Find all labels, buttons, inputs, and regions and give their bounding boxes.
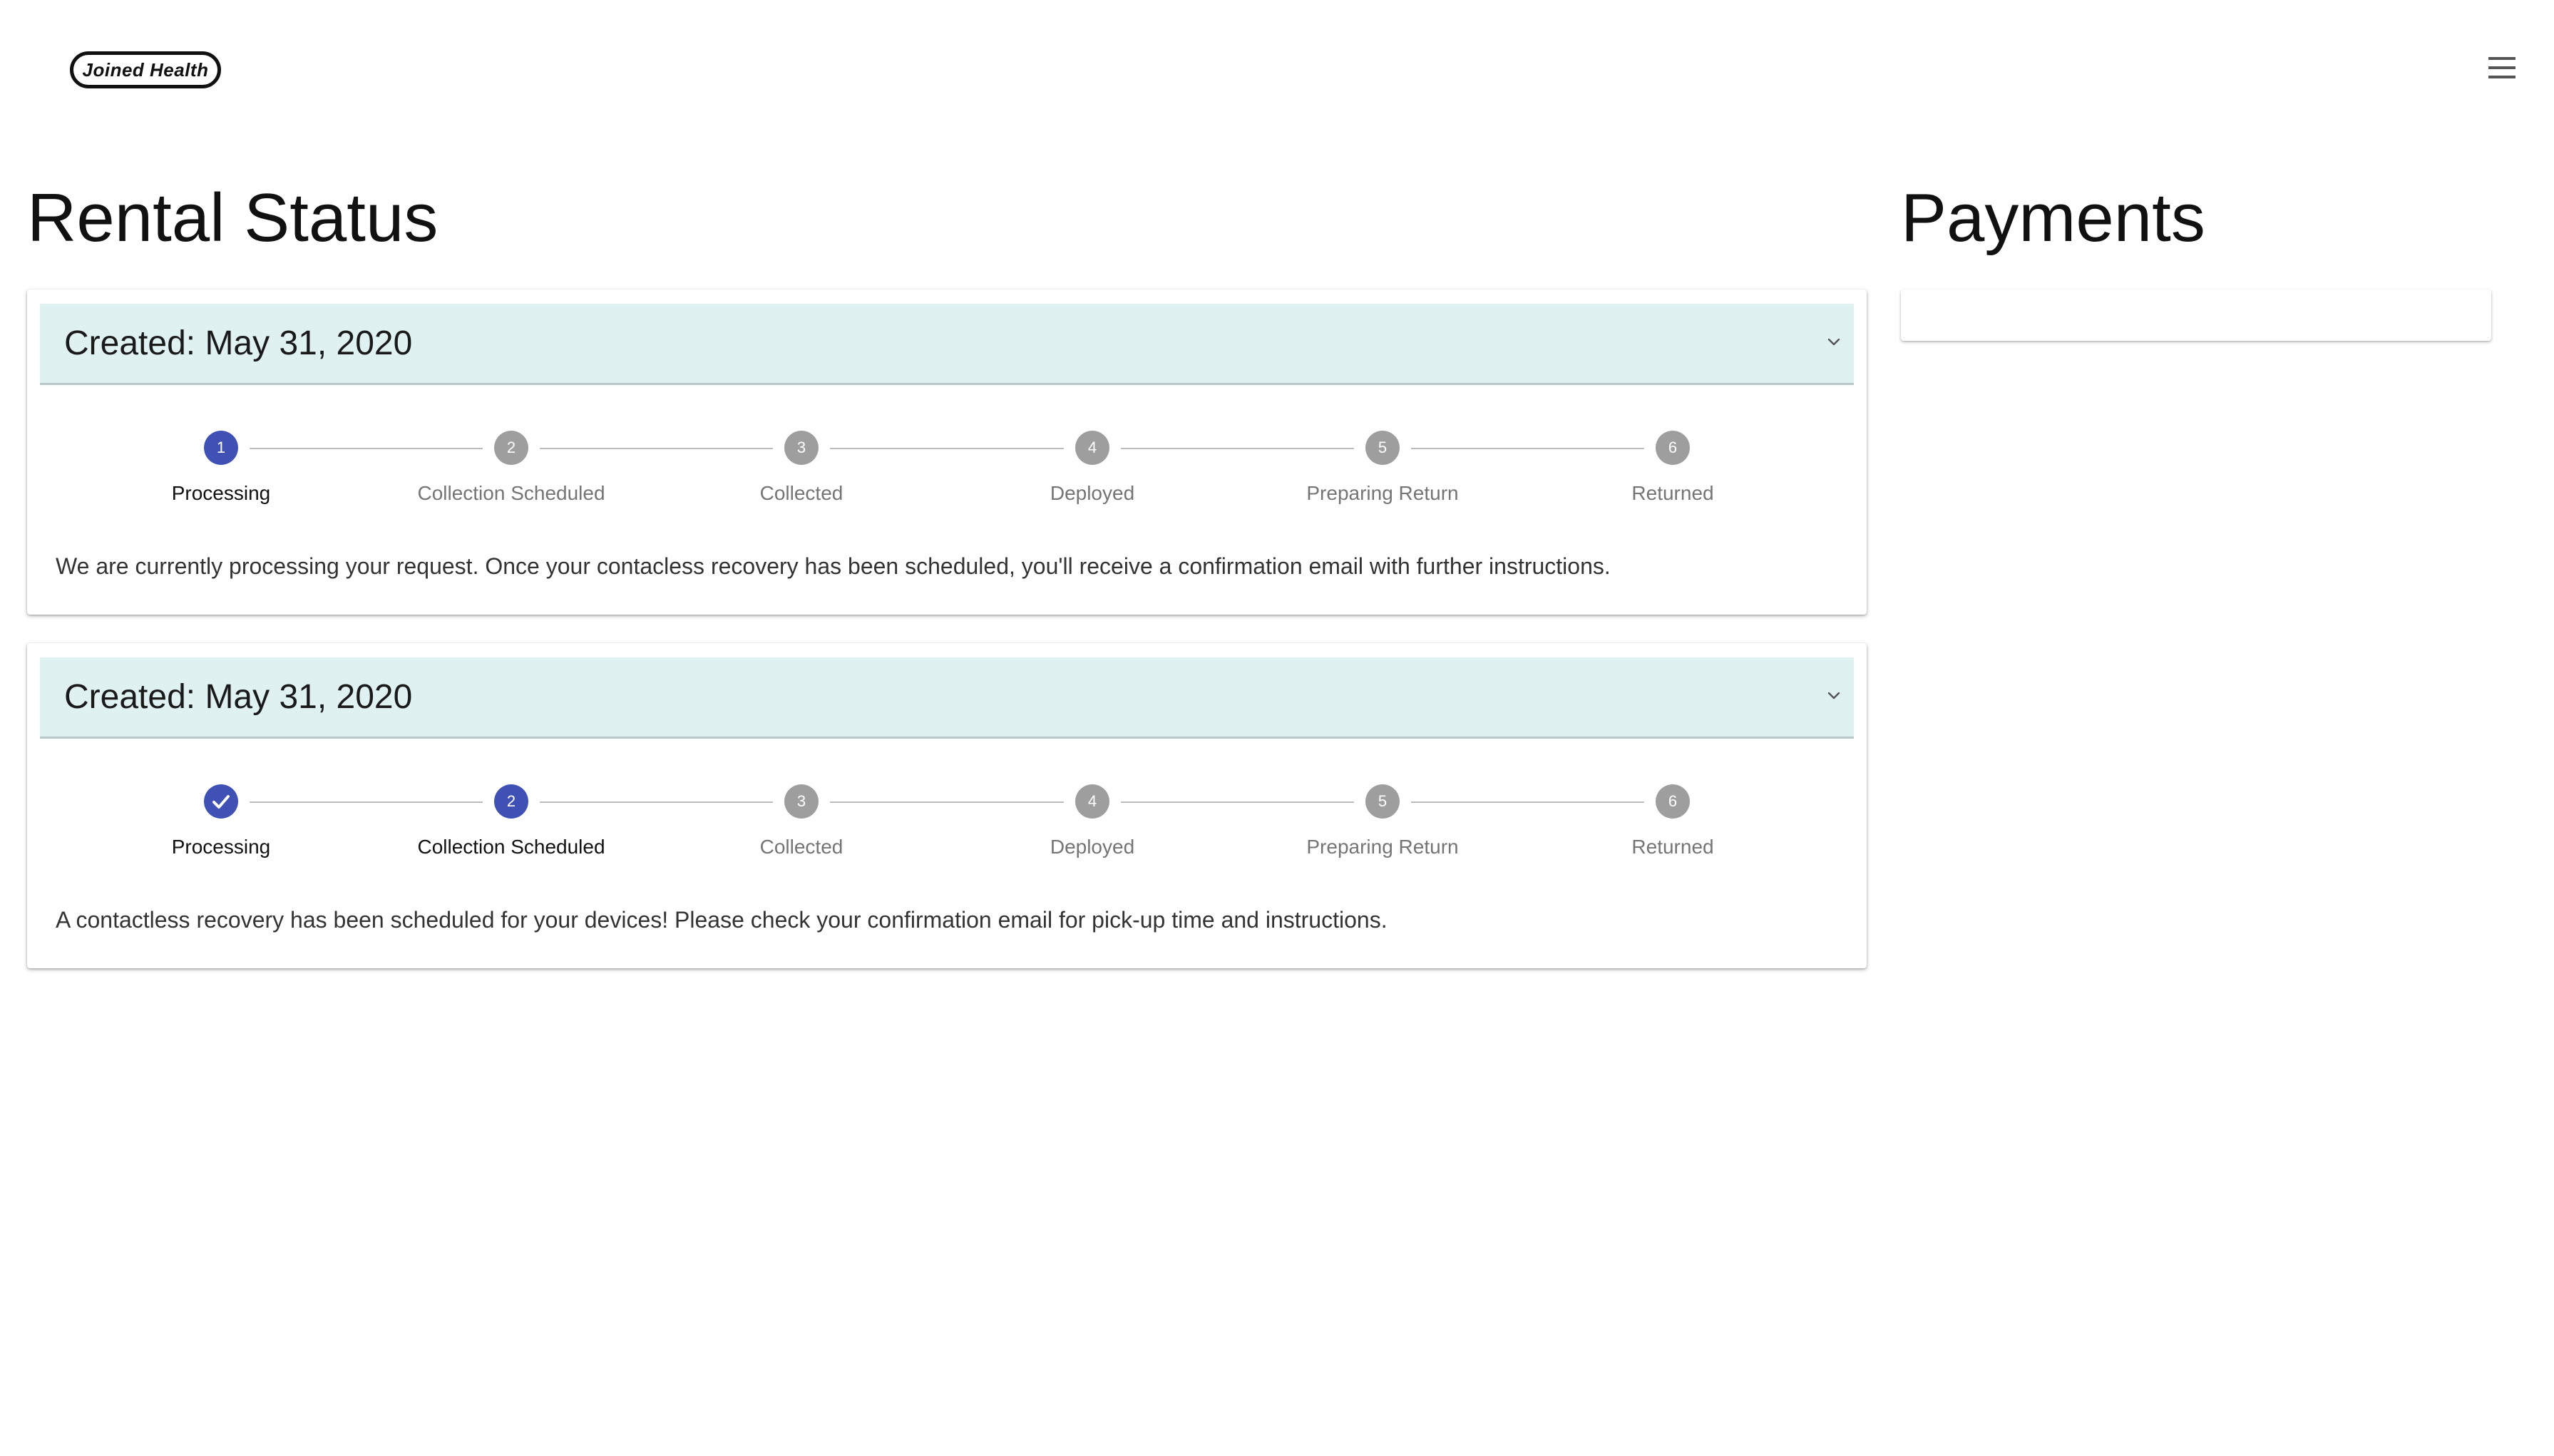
hamburger-menu-icon[interactable]	[2488, 57, 2515, 78]
rental-status-message: We are currently processing your request…	[56, 553, 1611, 579]
step-number: 5	[1365, 431, 1400, 465]
step-label: Preparing Return	[1306, 836, 1459, 858]
step-label: Returned	[1631, 482, 1714, 504]
step-label: Collection Scheduled	[417, 482, 605, 504]
step: 2 Collection Scheduled	[404, 412, 618, 505]
rental-stepper: Processing 2 Collection Scheduled 3 Collecte…	[27, 766, 1867, 866]
rental-status-message: A contactless recovery has been schedule…	[56, 907, 1388, 933]
step: 4 Deployed	[985, 766, 1199, 858]
step: 3 Collected	[694, 766, 908, 858]
step-label: Preparing Return	[1306, 482, 1459, 504]
step: 5 Preparing Return	[1276, 766, 1489, 858]
payments-title: Payments	[1901, 180, 2205, 256]
step-label: Collected	[759, 482, 843, 504]
rental-card: Created: May 31, 2020 1 Processing 2 Collec…	[27, 289, 1867, 615]
chevron-down-icon[interactable]	[1827, 689, 1841, 703]
step-label: Returned	[1631, 836, 1714, 858]
step-number: 2	[494, 784, 528, 819]
rental-card: Created: May 31, 2020 Processing 2 Collect…	[27, 643, 1867, 968]
step-label: Deployed	[1050, 482, 1135, 504]
step: 1 Processing	[114, 412, 328, 505]
step-label: Collection Scheduled	[417, 836, 605, 858]
step-label: Deployed	[1050, 836, 1135, 858]
rental-card-created-date: Created: May 31, 2020	[64, 324, 413, 362]
chevron-down-icon[interactable]	[1827, 335, 1841, 349]
step-number: 3	[784, 784, 819, 819]
step: 3 Collected	[694, 412, 908, 505]
step: 6 Returned	[1566, 766, 1780, 858]
rental-status-title: Rental Status	[27, 180, 439, 256]
step-number: 4	[1075, 784, 1109, 819]
step: 6 Returned	[1566, 412, 1780, 505]
step: Processing	[114, 766, 328, 858]
step-label: Collected	[759, 836, 843, 858]
joined-health-logo[interactable]: Joined Health	[70, 51, 221, 88]
step-number: 6	[1656, 784, 1690, 819]
step: 2 Collection Scheduled	[404, 766, 618, 858]
step-label: Processing	[171, 482, 271, 504]
step: 5 Preparing Return	[1276, 412, 1489, 505]
step-number: 4	[1075, 431, 1109, 465]
step-number: 1	[204, 431, 238, 465]
check-icon	[204, 784, 238, 819]
step-number: 2	[494, 431, 528, 465]
step-number: 3	[784, 431, 819, 465]
step-number: 5	[1365, 784, 1400, 819]
step: 4 Deployed	[985, 412, 1199, 505]
page: Joined Health Rental Status Payments Cre…	[0, 0, 2554, 1456]
step-label: Processing	[171, 836, 271, 858]
rental-stepper: 1 Processing 2 Collection Scheduled 3 Collect…	[27, 412, 1867, 512]
rental-card-header[interactable]: Created: May 31, 2020	[40, 304, 1854, 385]
rental-card-header[interactable]: Created: May 31, 2020	[40, 657, 1854, 739]
step-number: 6	[1656, 431, 1690, 465]
rental-card-created-date: Created: May 31, 2020	[64, 678, 413, 716]
payments-panel	[1901, 289, 2491, 341]
